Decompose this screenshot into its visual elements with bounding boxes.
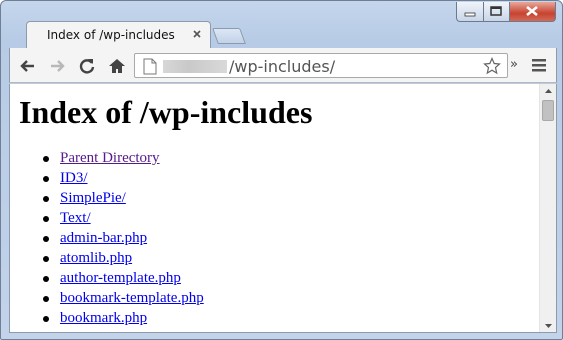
list-item: Text/ [43,208,204,228]
close-icon[interactable] [190,27,204,41]
extensions-overflow-button[interactable]: » [510,57,518,72]
list-item: bookmark.php [43,308,204,328]
url-path: /wp-includes/ [229,57,336,76]
window-close-button[interactable] [510,2,556,22]
minimize-icon [464,12,476,17]
list-item: SimplePie/ [43,188,204,208]
file-link[interactable]: bookmark.php [60,310,147,326]
file-link[interactable]: SimplePie/ [60,190,126,206]
list-item: atomlib.php [43,248,204,268]
list-item: bookmark-template.php [43,288,204,308]
new-tab-button[interactable] [212,28,246,44]
tab-title: Index of /wp-includes [47,28,175,42]
parent-directory-link[interactable]: Parent Directory [60,150,160,166]
file-list: Parent Directory ID3/ SimplePie/ Text/ a… [43,148,204,328]
list-item: admin-bar.php [43,228,204,248]
browser-window: Index of /wp-includes /wp-includes/ » In… [0,0,563,340]
browser-toolbar: /wp-includes/ » [9,48,557,83]
file-link[interactable]: admin-bar.php [60,230,147,246]
vertical-scrollbar[interactable] [539,84,556,332]
window-close-icon [526,5,538,17]
page-viewport: Index of /wp-includes Parent Directory I… [9,84,557,333]
page-icon [143,58,157,75]
list-item: author-template.php [43,268,204,288]
hamburger-menu-icon[interactable] [530,56,548,74]
tab-active[interactable]: Index of /wp-includes [26,21,211,48]
back-arrow-icon[interactable] [17,55,39,77]
maximize-button[interactable] [484,2,510,22]
file-link[interactable]: ID3/ [60,170,88,186]
forward-arrow-icon[interactable] [46,55,68,77]
page-title: Index of /wp-includes [19,94,313,130]
minimize-button[interactable] [456,2,484,22]
home-icon[interactable] [106,55,128,77]
list-item: ID3/ [43,168,204,188]
maximize-icon [490,6,502,16]
star-icon[interactable] [483,57,501,75]
window-controls [456,2,558,22]
address-bar[interactable]: /wp-includes/ [134,53,508,78]
list-item: Parent Directory [43,148,204,168]
url-host-redacted [163,60,227,73]
reload-icon[interactable] [76,55,98,77]
scrollbar-thumb[interactable] [542,100,554,121]
scroll-down-arrow-icon[interactable] [540,318,556,332]
file-link[interactable]: bookmark-template.php [60,290,204,306]
page-content: Index of /wp-includes Parent Directory I… [10,84,539,332]
file-link[interactable]: author-template.php [60,270,181,286]
scroll-up-arrow-icon[interactable] [540,84,556,99]
file-link[interactable]: atomlib.php [60,250,132,266]
file-link[interactable]: Text/ [60,210,91,226]
